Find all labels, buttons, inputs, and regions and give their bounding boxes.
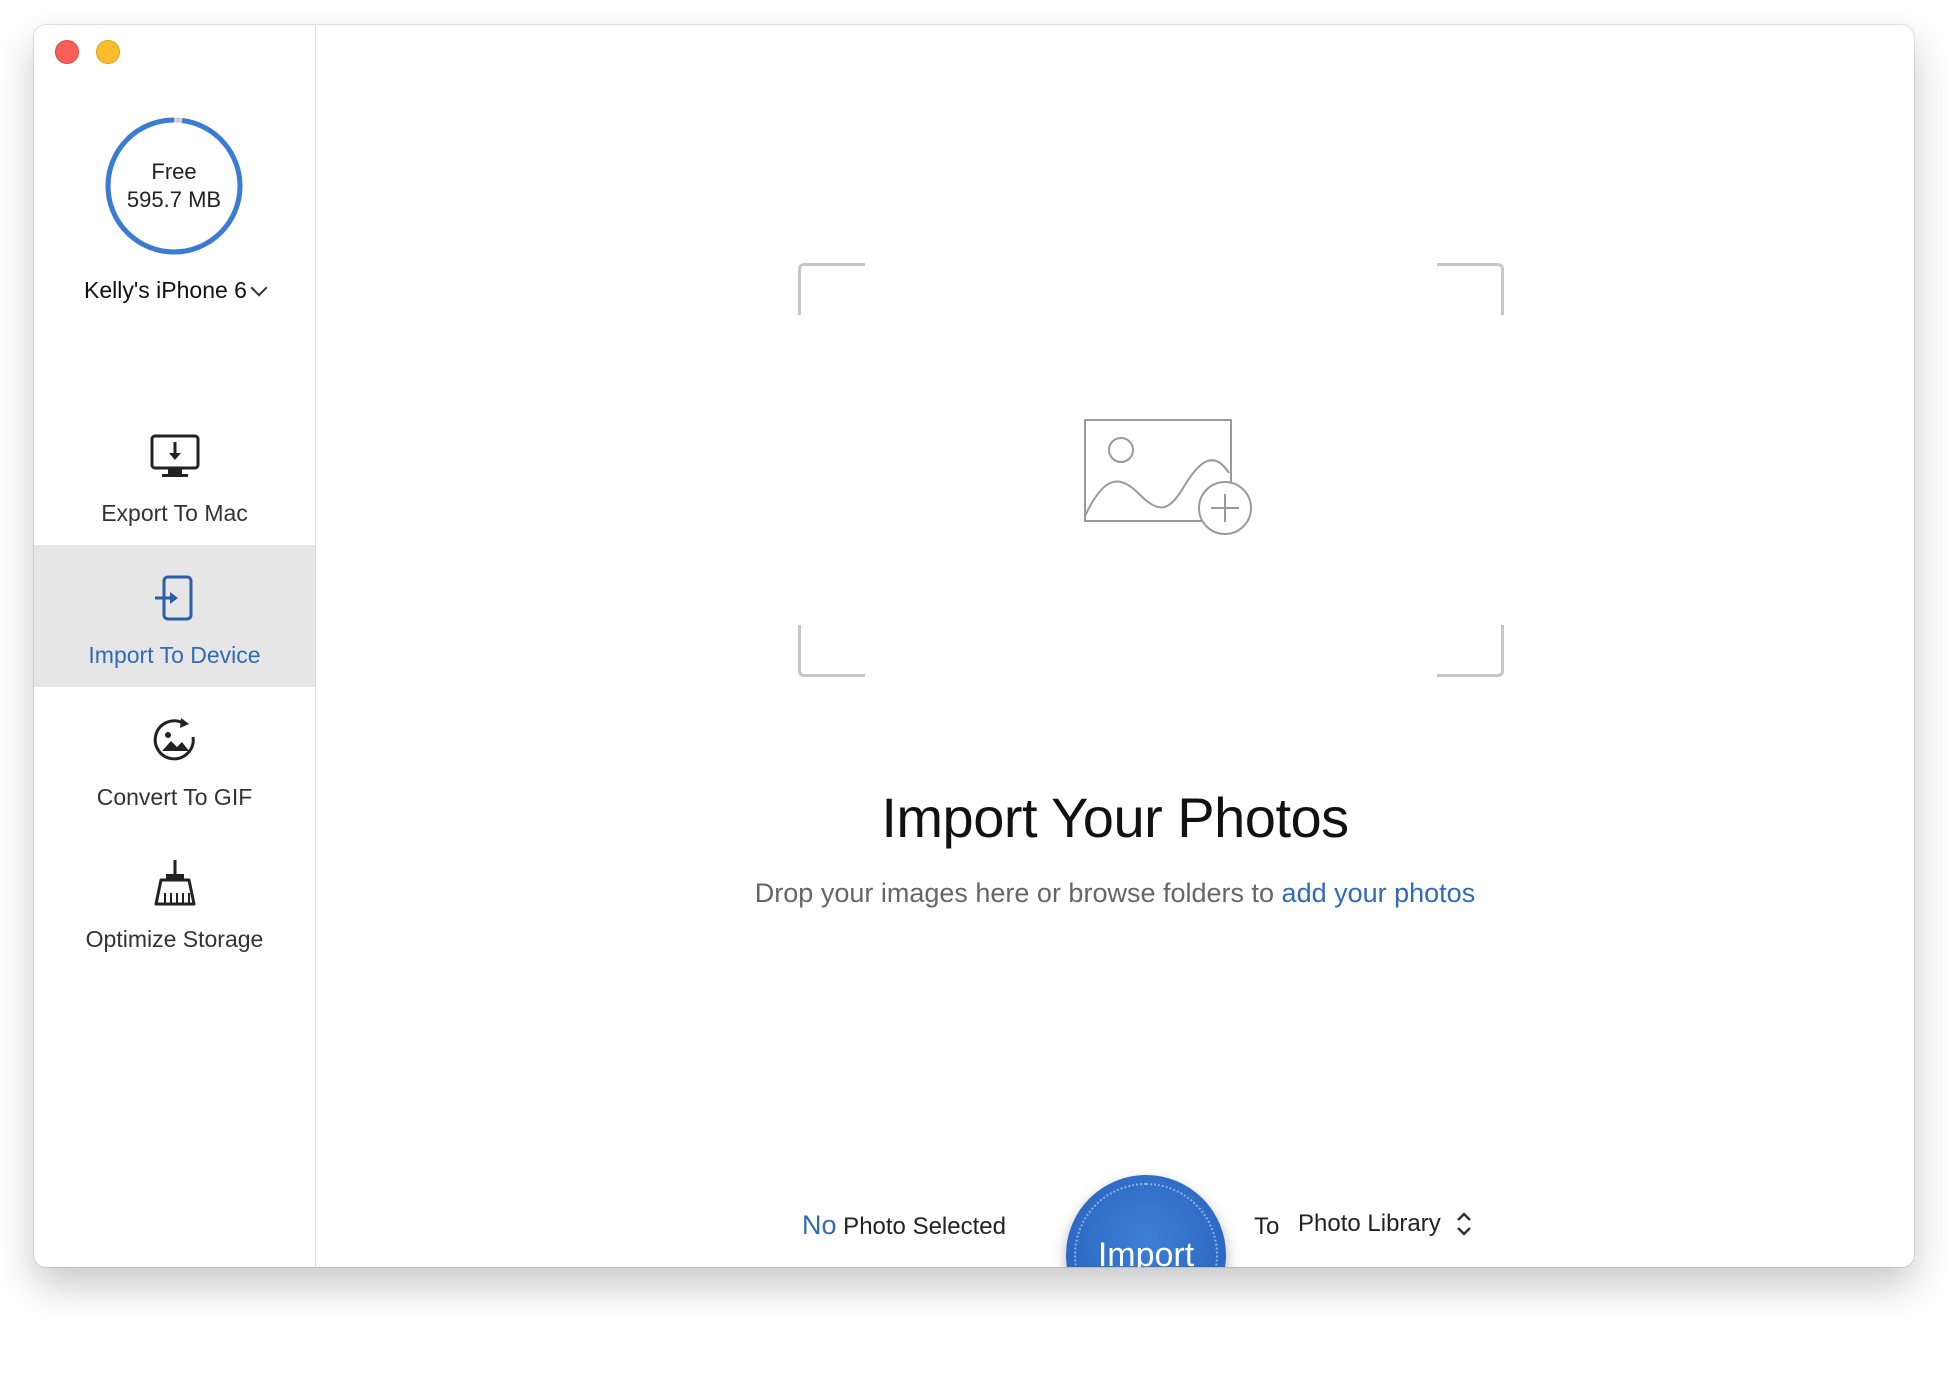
- phone-import-icon: [155, 575, 193, 621]
- destination-label: To: [1254, 1213, 1280, 1240]
- storage-value: 595.7 MB: [126, 187, 222, 212]
- close-window-button[interactable]: [55, 40, 79, 64]
- main-panel: Import Your Photos Drop your images here…: [316, 25, 1914, 1267]
- sidebar-item-label: Import To Device: [88, 642, 261, 668]
- sidebar-item-label: Optimize Storage: [85, 926, 264, 952]
- drop-zone-corner: [1437, 625, 1504, 677]
- sidebar-item-optimize-storage[interactable]: Optimize Storage: [34, 829, 315, 971]
- photo-add-icon: [1084, 419, 1252, 535]
- storage-label: Free: [151, 159, 197, 184]
- sidebar-item-import-to-device[interactable]: Import To Device: [34, 545, 315, 687]
- app-window: Free 595.7 MB Kelly's iPhone 6 Export To…: [34, 25, 1914, 1267]
- sidebar-item-label: Convert To GIF: [96, 784, 253, 810]
- sidebar: Free 595.7 MB Kelly's iPhone 6 Export To…: [34, 25, 316, 1267]
- device-selector[interactable]: Kelly's iPhone 6: [34, 277, 315, 304]
- drop-zone-corner: [1437, 263, 1504, 315]
- drop-zone-corner: [798, 263, 865, 315]
- minimize-window-button[interactable]: [96, 40, 120, 64]
- selected-text: Photo Selected: [836, 1213, 1006, 1240]
- sidebar-item-label: Export To Mac: [101, 500, 248, 526]
- sidebar-item-convert-to-gif[interactable]: Convert To GIF: [34, 687, 315, 829]
- import-button-label: Import: [1097, 1235, 1195, 1268]
- sidebar-item-export-to-mac[interactable]: Export To Mac: [34, 403, 315, 545]
- up-down-chevron-icon: [1456, 1212, 1471, 1236]
- drop-instructions-text: Drop your images here or browse folders …: [754, 878, 1282, 908]
- drop-instructions: Drop your images here or browse folders …: [316, 878, 1914, 909]
- photo-drop-zone[interactable]: [798, 263, 1504, 677]
- storage-indicator: Free 595.7 MB: [103, 115, 245, 257]
- monitor-download-icon: [150, 434, 200, 477]
- chevron-down-icon: [250, 279, 268, 297]
- destination-value: Photo Library: [1298, 1210, 1441, 1237]
- destination-selector[interactable]: Photo Library: [1298, 1209, 1473, 1239]
- device-name: Kelly's iPhone 6: [84, 277, 247, 303]
- add-photos-link[interactable]: add your photos: [1282, 878, 1476, 908]
- drop-zone-corner: [798, 625, 865, 677]
- selected-count: No: [802, 1210, 837, 1240]
- selection-status: No Photo Selected: [802, 1210, 1006, 1241]
- gif-convert-icon: [153, 718, 195, 761]
- broom-icon: [154, 860, 196, 906]
- page-title: Import Your Photos: [881, 786, 1349, 849]
